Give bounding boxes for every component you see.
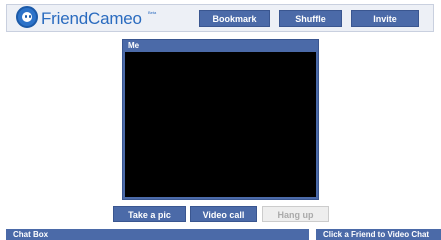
video-panel-title: Me bbox=[128, 41, 140, 50]
friends-list-header[interactable]: Click a Friend to Video Chat bbox=[316, 229, 441, 240]
shuffle-button[interactable]: Shuffle bbox=[279, 10, 342, 27]
top-bar: FriendCameo Beta Bookmark Shuffle Invite bbox=[6, 4, 434, 32]
hang-up-button[interactable]: Hang up bbox=[262, 206, 329, 222]
invite-button[interactable]: Invite bbox=[351, 10, 419, 27]
bookmark-button[interactable]: Bookmark bbox=[199, 10, 270, 27]
video-screen bbox=[125, 52, 316, 197]
video-call-button[interactable]: Video call bbox=[190, 206, 257, 222]
take-pic-button[interactable]: Take a pic bbox=[113, 206, 186, 222]
my-video-panel: Me bbox=[122, 39, 319, 200]
logo-text: FriendCameo bbox=[41, 9, 142, 28]
webcam-face-icon bbox=[16, 6, 38, 28]
chat-box-header[interactable]: Chat Box bbox=[6, 229, 309, 240]
logo-beta-badge: Beta bbox=[148, 10, 157, 15]
